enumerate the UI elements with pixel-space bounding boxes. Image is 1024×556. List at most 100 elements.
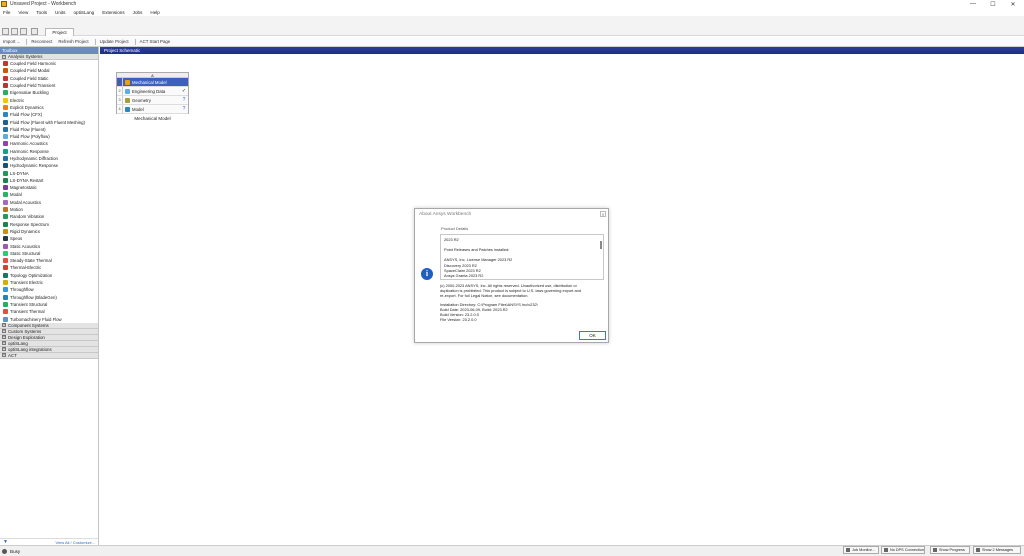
toolbox-system-item[interactable]: Throughflow (BladeGen): [0, 294, 98, 301]
cell-type-icon: [125, 88, 130, 94]
collapse-icon[interactable]: −: [2, 54, 6, 59]
menu-tools[interactable]: Tools: [36, 10, 47, 15]
toolbox-title: Toolbox: [0, 47, 98, 54]
expand-icon[interactable]: +: [2, 323, 6, 328]
toolbox-system-item[interactable]: Steady-State Thermal: [0, 257, 98, 264]
toolbox-system-item[interactable]: Response Spectrum: [0, 221, 98, 228]
toolbox-system-item[interactable]: Modal Acoustics: [0, 199, 98, 206]
toolbox-system-item[interactable]: Rigid Dynamics: [0, 228, 98, 235]
dps-connection-button[interactable]: No DPS Connection: [881, 546, 925, 554]
toolbox-system-item[interactable]: Electric: [0, 96, 98, 103]
toolbox-system-item[interactable]: Fluid Flow (Fluent with Fluent Meshing): [0, 118, 98, 125]
system-type-icon: [3, 185, 8, 191]
open-project-icon[interactable]: [11, 28, 18, 35]
close-window-button[interactable]: ✕: [1006, 0, 1020, 8]
show-messages-button[interactable]: Show 2 Messages: [973, 546, 1021, 554]
maximize-button[interactable]: ☐: [986, 0, 1000, 8]
show-progress-button[interactable]: Show Progress: [930, 546, 970, 554]
details-scrollbar[interactable]: [599, 237, 602, 279]
new-project-icon[interactable]: [2, 28, 9, 35]
toolbox-system-item[interactable]: Random Vibration: [0, 213, 98, 220]
act-start-page-button[interactable]: ACT Start Page: [140, 39, 171, 44]
view-all-customize-link[interactable]: View All / Customize...: [56, 540, 96, 545]
system-type-icon: [3, 156, 8, 161]
system-cell[interactable]: 2 Engineering Data ✓: [117, 87, 188, 96]
update-project-button[interactable]: Update Project: [100, 39, 129, 44]
toolbox-system-item[interactable]: LS-DYNA: [0, 169, 98, 176]
system-cell[interactable]: 3 Geometry?: [117, 96, 188, 105]
menu-optislang[interactable]: optiSLang: [73, 10, 94, 15]
system-type-icon: [3, 68, 8, 74]
save-as-icon[interactable]: [31, 28, 38, 35]
toolbox-system-item[interactable]: Speos: [0, 235, 98, 242]
toolbox-system-item[interactable]: Fluid Flow (CFX): [0, 111, 98, 118]
toolbox-system-item[interactable]: Fluid Flow (Polyflow): [0, 133, 98, 140]
toolbox-system-item[interactable]: Topology Optimization: [0, 272, 98, 279]
refresh-project-button[interactable]: Refresh Project: [58, 39, 88, 44]
toolbox-system-item[interactable]: Harmonic Acoustics: [0, 140, 98, 147]
toolbox-system-item[interactable]: Coupled Field Static: [0, 75, 98, 82]
system-type-icon: [3, 309, 8, 315]
toolbox-system-item[interactable]: Coupled Field Transient: [0, 82, 98, 89]
menu-extensions[interactable]: Extensions: [102, 10, 124, 15]
toolbox-system-item[interactable]: Coupled Field Harmonic: [0, 60, 98, 67]
toolbox-system-item[interactable]: Throughflow: [0, 286, 98, 293]
menu-view[interactable]: View: [18, 10, 28, 15]
toolbox-system-item[interactable]: Static Acoustics: [0, 242, 98, 249]
toolbox-system-item[interactable]: Explicit Dynamics: [0, 104, 98, 111]
cell-number: 1: [117, 78, 123, 86]
cell-number: 2: [117, 87, 123, 95]
expand-icon[interactable]: +: [2, 335, 6, 340]
toolbox-system-item[interactable]: Hydrodynamic Response: [0, 162, 98, 169]
messages-icon: [976, 548, 980, 552]
toolbox-system-item[interactable]: Magnetostatic: [0, 184, 98, 191]
toolbox-system-item[interactable]: Transient Structural: [0, 301, 98, 308]
minimize-button[interactable]: —: [966, 0, 980, 8]
menu-file[interactable]: File: [3, 10, 10, 15]
toolbox-system-item[interactable]: Transient Thermal: [0, 308, 98, 315]
cell-type-icon: [125, 79, 130, 85]
toolbox-system-item[interactable]: Harmonic Response: [0, 148, 98, 155]
toolbox-system-item[interactable]: Motion: [0, 206, 98, 213]
dialog-title: About Ansys Workbench: [419, 211, 472, 217]
toolbox-system-item[interactable]: LS-DYNA Restart: [0, 177, 98, 184]
toolbox-system-item[interactable]: Coupled Field Modal: [0, 67, 98, 74]
tab-project[interactable]: Project: [45, 28, 74, 36]
toolbox-system-item[interactable]: Hydrodynamic Diffraction: [0, 155, 98, 162]
expand-icon[interactable]: +: [2, 329, 6, 334]
ok-button[interactable]: OK: [579, 331, 606, 340]
system-type-icon: [3, 258, 8, 264]
system-type-icon: [3, 104, 8, 110]
toolbox-system-item[interactable]: Eigenvalue Buckling: [0, 89, 98, 96]
toolbox-system-item[interactable]: Modal: [0, 191, 98, 198]
product-details-label: Product Details: [441, 226, 469, 231]
system-type-icon: [3, 280, 8, 286]
menu-jobs[interactable]: Jobs: [133, 10, 143, 15]
dialog-close-button[interactable]: ✕: [600, 211, 606, 217]
system-block-mechanical-model[interactable]: A 1 Mechanical Model 2 Engineering Data ✓ 3 Ge…: [116, 72, 189, 114]
installation-line: File Version: 23.2.0.0: [440, 317, 477, 322]
toolbox-system-item[interactable]: Transient Electric: [0, 279, 98, 286]
toolbox-system-item[interactable]: Fluid Flow (Fluent): [0, 126, 98, 133]
import-button[interactable]: Import ...: [3, 39, 20, 44]
reconnect-button[interactable]: Reconnect: [31, 39, 52, 44]
system-type-icon: [3, 141, 8, 147]
save-icon[interactable]: [20, 28, 27, 35]
toolbox-system-item[interactable]: Turbomachinery Fluid Flow: [0, 315, 98, 322]
system-cell[interactable]: 1 Mechanical Model: [117, 78, 188, 87]
menu-units[interactable]: Units: [55, 10, 65, 15]
system-type-icon: [3, 112, 8, 118]
progress-icon: [933, 548, 937, 552]
expand-icon[interactable]: +: [2, 341, 6, 346]
toolbox-system-item[interactable]: Thermal-Electric: [0, 264, 98, 271]
toolbox-system-item[interactable]: Static Structural: [0, 250, 98, 257]
toolbox-category[interactable]: + ACT: [0, 352, 98, 359]
expand-icon[interactable]: +: [2, 347, 6, 352]
menu-help[interactable]: Help: [150, 10, 159, 15]
expand-icon[interactable]: +: [2, 353, 6, 358]
system-caption[interactable]: Mechanical Model: [116, 116, 189, 121]
product-details-textbox[interactable]: 2023 R2 Point Releases and Patches instal…: [440, 234, 604, 280]
job-monitor-button[interactable]: Job Monitor...: [843, 546, 879, 554]
system-cell[interactable]: 4 Model?: [117, 105, 188, 114]
toolbar-divider: [134, 38, 136, 45]
